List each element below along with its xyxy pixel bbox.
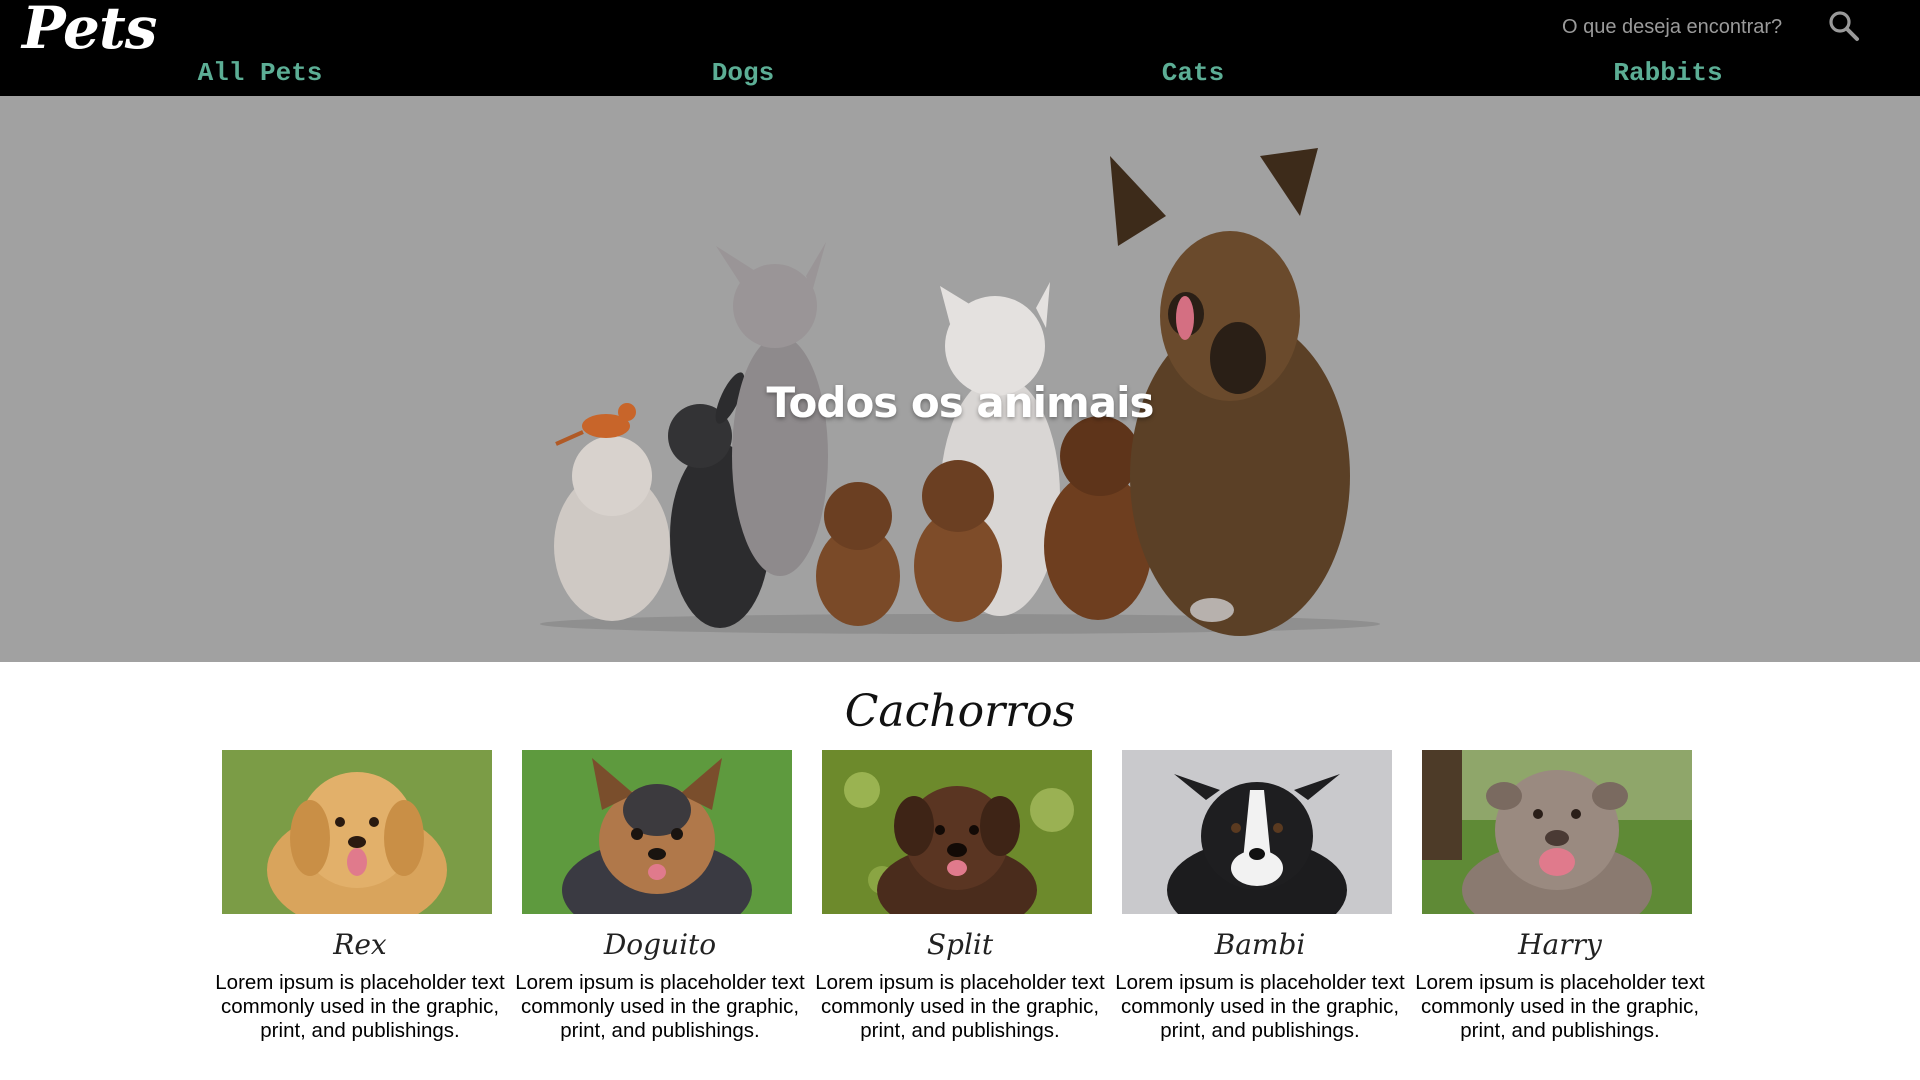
search-input[interactable] (1550, 10, 1824, 44)
pet-name: Bambi (1214, 928, 1306, 961)
pet-description: Lorem ipsum is placeholder text commonly… (215, 971, 505, 1042)
nav-dogs[interactable]: Dogs (663, 58, 823, 90)
pet-photo (822, 750, 1092, 914)
pet-description: Lorem ipsum is placeholder text commonly… (1415, 971, 1705, 1042)
nav-all-pets[interactable]: All Pets (170, 58, 350, 90)
pet-name: Split (926, 928, 994, 961)
section-title: Cachorros (844, 686, 1076, 737)
hero-title: Todos os animais (766, 378, 1154, 427)
pet-name: Harry (1518, 928, 1602, 961)
pet-card-split[interactable]: Split Lorem ipsum is placeholder text co… (810, 750, 1110, 1043)
site-header: Pets All Pets Dogs Cats Rabbits (0, 0, 1920, 96)
pet-card-harry[interactable]: Harry Lorem ipsum is placeholder text co… (1410, 750, 1710, 1043)
pet-name: Doguito (603, 928, 717, 961)
pet-description: Lorem ipsum is placeholder text commonly… (515, 971, 805, 1042)
pet-photo (222, 750, 492, 914)
pet-photo (1422, 750, 1692, 914)
pet-description: Lorem ipsum is placeholder text commonly… (815, 971, 1105, 1042)
nav-cats[interactable]: Cats (1113, 58, 1273, 90)
pet-photo (1122, 750, 1392, 914)
pet-card-rex[interactable]: Rex Lorem ipsum is placeholder text comm… (210, 750, 510, 1043)
nav-rabbits[interactable]: Rabbits (1578, 58, 1758, 90)
pet-card-bambi[interactable]: Bambi Lorem ipsum is placeholder text co… (1110, 750, 1410, 1043)
pet-description: Lorem ipsum is placeholder text commonly… (1115, 971, 1405, 1042)
pet-card-doguito[interactable]: Doguito Lorem ipsum is placeholder text … (510, 750, 810, 1043)
pet-name: Rex (333, 928, 387, 961)
site-logo[interactable]: Pets (22, 0, 157, 62)
search-icon[interactable] (1826, 8, 1862, 44)
hero-banner: Todos os animais (0, 96, 1920, 662)
pet-photo (522, 750, 792, 914)
